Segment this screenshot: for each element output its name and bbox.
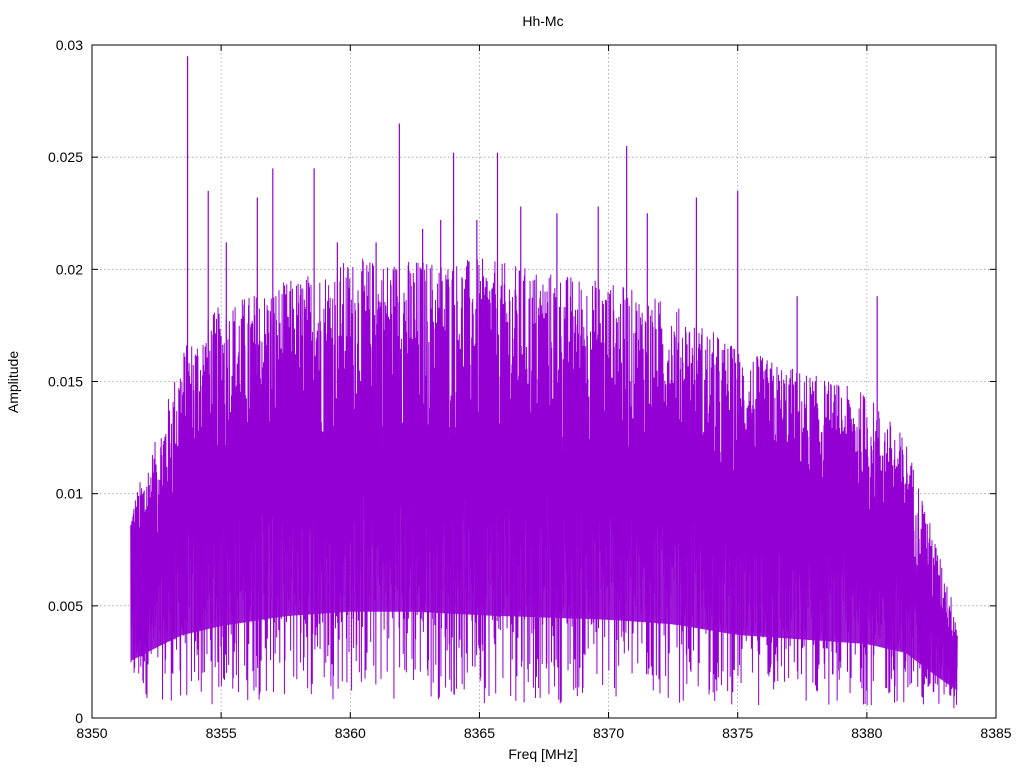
x-tick-label: 8350 bbox=[76, 725, 107, 741]
y-tick-label: 0.005 bbox=[48, 598, 83, 614]
x-tick-label: 8385 bbox=[980, 725, 1011, 741]
y-tick-label: 0.02 bbox=[56, 261, 83, 277]
x-tick-label: 8380 bbox=[851, 725, 882, 741]
x-tick-label: 8360 bbox=[335, 725, 366, 741]
x-tick-label: 8375 bbox=[722, 725, 753, 741]
x-tick-label: 8355 bbox=[206, 725, 237, 741]
y-tick-label: 0.015 bbox=[48, 374, 83, 390]
y-tick-label: 0.01 bbox=[56, 486, 83, 502]
series-trace bbox=[130, 56, 958, 709]
x-tick-label: 8365 bbox=[464, 725, 495, 741]
amplitude-chart: 8350 8355 8360 8365 8370 8375 8380 8385 0 0.005 0.… bbox=[5, 13, 1012, 762]
x-tick-label: 8370 bbox=[593, 725, 624, 741]
y-tick-label: 0.025 bbox=[48, 149, 83, 165]
x-axis-label: Freq [MHz] bbox=[508, 746, 577, 762]
chart-title: Hh-Mc bbox=[522, 13, 563, 29]
y-axis-label: Amplitude bbox=[5, 351, 21, 413]
y-tick-label: 0 bbox=[75, 710, 83, 726]
y-tick-label: 0.03 bbox=[56, 37, 83, 53]
